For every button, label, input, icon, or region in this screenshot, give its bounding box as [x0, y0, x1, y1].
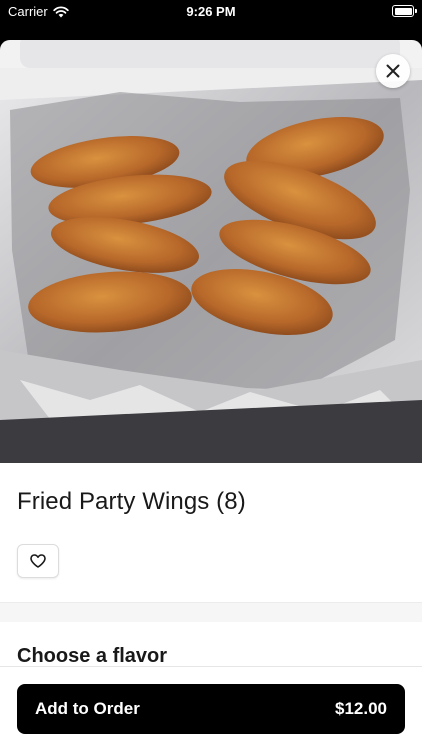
wings-photo [0, 40, 422, 463]
order-footer: Add to Order $12.00 [0, 666, 422, 750]
battery-icon [392, 5, 417, 17]
item-title: Fried Party Wings (8) [17, 488, 246, 515]
item-image [0, 40, 422, 463]
close-button[interactable] [376, 54, 410, 88]
order-price: $12.00 [335, 699, 387, 718]
close-icon [386, 64, 400, 78]
add-to-order-label: Add to Order [35, 699, 140, 718]
status-time: 9:26 PM [186, 4, 236, 19]
favorite-button[interactable] [17, 544, 59, 578]
flavor-section-title: Choose a flavor [17, 645, 168, 667]
section-divider [0, 602, 422, 622]
item-detail-sheet: Fried Party Wings (8) Choose a flavor Ad… [0, 40, 422, 750]
status-bar: Carrier 9:26 PM [0, 0, 422, 24]
heart-icon [30, 554, 46, 568]
add-to-order-button[interactable]: Add to Order $12.00 [17, 684, 405, 734]
